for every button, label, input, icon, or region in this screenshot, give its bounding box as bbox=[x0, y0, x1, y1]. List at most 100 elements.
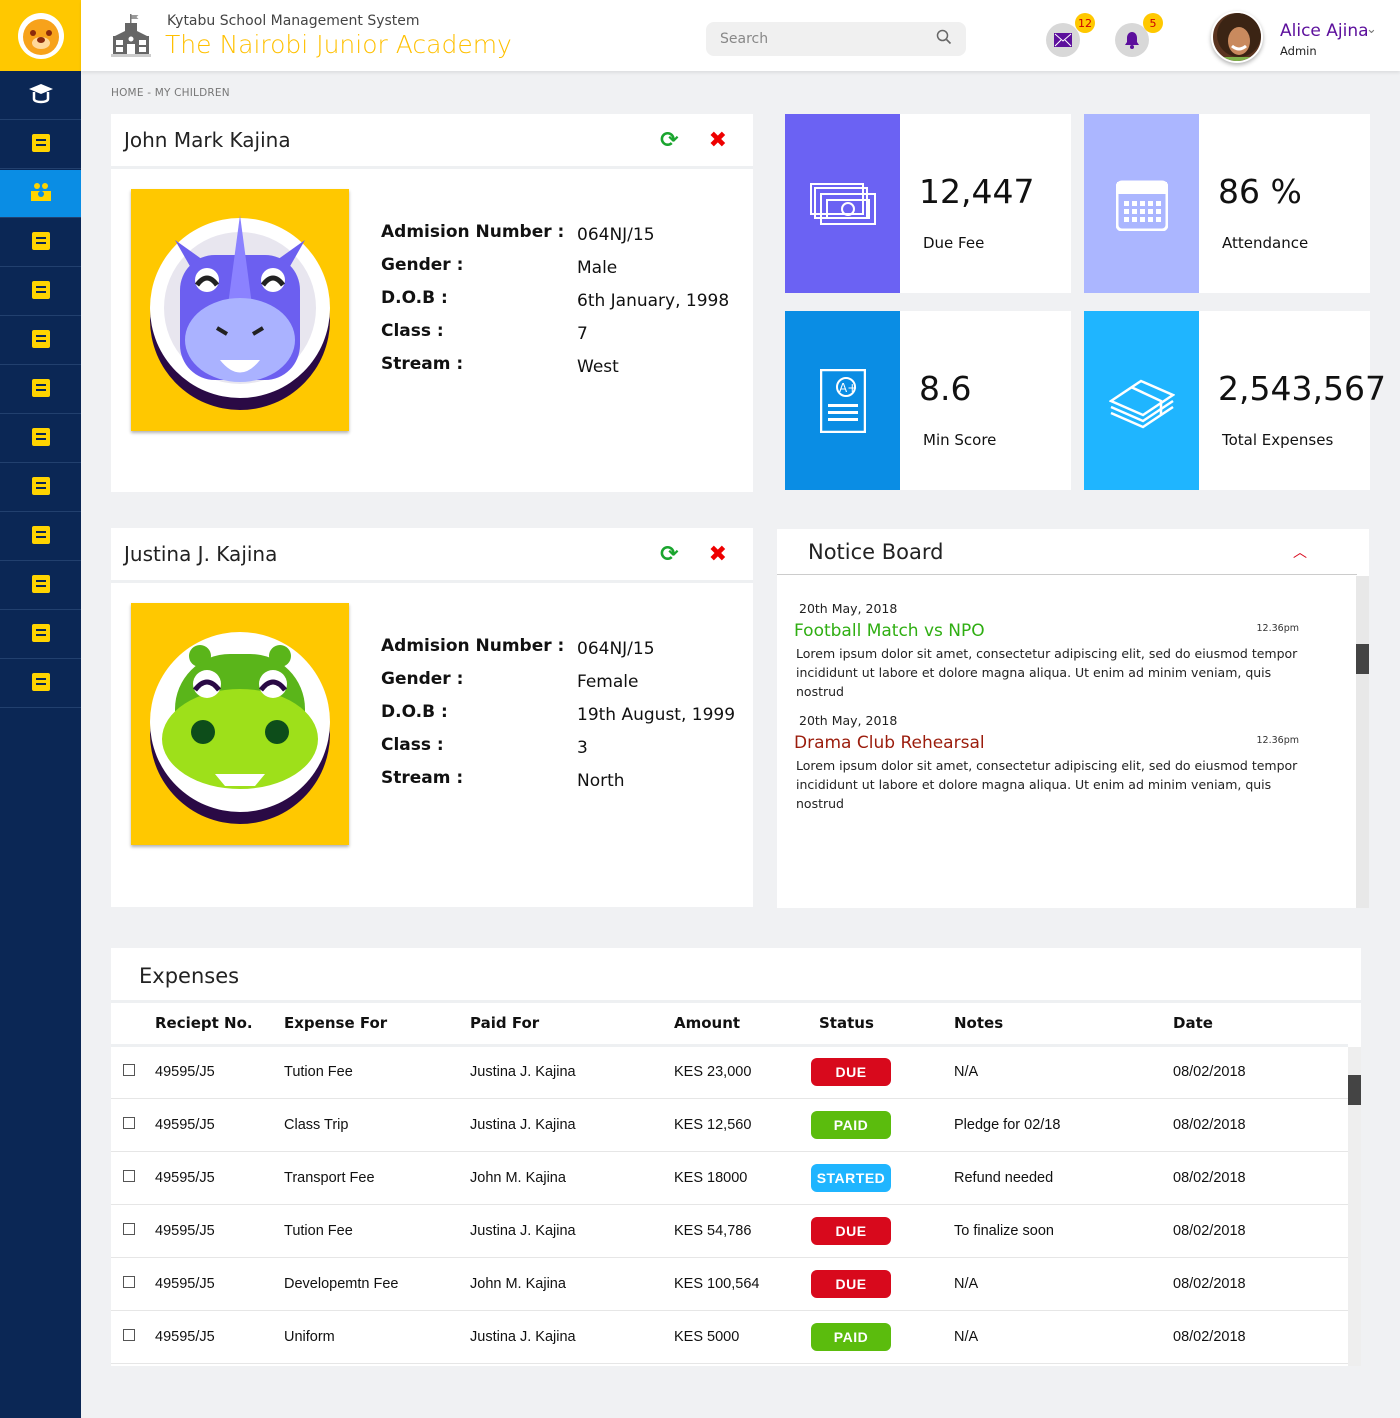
table-row[interactable]: 49595/J5 Uniform Justina J. Kajina KES 5000… bbox=[111, 1310, 1348, 1364]
close-icon[interactable]: ✖ bbox=[709, 128, 727, 153]
calendar-icon bbox=[30, 573, 52, 599]
bell-icon bbox=[1125, 32, 1139, 49]
notice-scrollbar[interactable] bbox=[1356, 576, 1369, 908]
user-role: Admin bbox=[1280, 44, 1317, 58]
notice-time: 12.36pm bbox=[1256, 623, 1299, 634]
field-value: 19th August, 1999 bbox=[577, 705, 736, 725]
expenses-scrollbar[interactable] bbox=[1348, 1047, 1361, 1366]
field-label: Class : bbox=[381, 321, 444, 341]
sidebar-item-graduate[interactable] bbox=[0, 72, 81, 120]
sidebar-item-report-card[interactable] bbox=[0, 366, 81, 414]
table-row[interactable]: 49595/J5 Transport Fee John M. Kajina KES 1… bbox=[111, 1151, 1348, 1205]
user-avatar[interactable] bbox=[1211, 11, 1263, 63]
notice-item[interactable]: 20th May, 2018 Football Match vs NPO 12.36… bbox=[777, 601, 1369, 701]
column-header[interactable]: Date bbox=[1165, 1003, 1348, 1045]
stat-card-due-fee[interactable]: 12,447 Due Fee bbox=[785, 114, 1071, 293]
calendar-icon bbox=[1084, 114, 1199, 293]
expenses-table: Reciept No. Expense For Paid For Amount Stat… bbox=[111, 1003, 1348, 1364]
search-placeholder: Search bbox=[720, 31, 769, 47]
column-header[interactable]: Reciept No. bbox=[111, 1003, 276, 1045]
sidebar-item-checkbox[interactable] bbox=[0, 415, 81, 463]
cell-date: 08/02/2018 bbox=[1165, 1310, 1348, 1364]
notice-title[interactable]: Drama Club Rehearsal bbox=[794, 733, 985, 753]
column-header[interactable]: Status bbox=[811, 1003, 946, 1045]
cell-expense: Tution Fee bbox=[276, 1204, 462, 1258]
teacher-icon bbox=[30, 132, 52, 158]
notice-date: 20th May, 2018 bbox=[799, 601, 898, 616]
cell-amount: KES 23,000 bbox=[666, 1045, 811, 1099]
status-badge: DUE bbox=[811, 1216, 891, 1245]
row-checkbox[interactable] bbox=[123, 1275, 135, 1288]
field-label: Class : bbox=[381, 735, 444, 755]
table-row[interactable]: 49595/J5 Tution Fee Justina J. Kajina KES 2… bbox=[111, 1045, 1348, 1099]
library-icon bbox=[30, 524, 52, 550]
notice-item[interactable]: 20th May, 2018 Drama Club Rehearsal 12.36p… bbox=[777, 713, 1369, 813]
row-checkbox[interactable] bbox=[123, 1116, 135, 1129]
table-row[interactable]: 49595/J5 Class Trip Justina J. Kajina KES 1… bbox=[111, 1098, 1348, 1152]
sidebar-item-calendar[interactable] bbox=[0, 562, 81, 610]
field-value: 064NJ/15 bbox=[577, 225, 655, 245]
stat-card-total-expenses[interactable]: 2,543,567 Total Expenses bbox=[1084, 311, 1386, 490]
messages-button[interactable] bbox=[1046, 23, 1080, 57]
row-checkbox[interactable] bbox=[123, 1222, 135, 1235]
stat-label: Due Fee bbox=[923, 234, 985, 252]
row-checkbox[interactable] bbox=[123, 1064, 135, 1076]
table-row[interactable]: 49595/J5 Tution Fee Justina J. Kajina KES 5… bbox=[111, 1204, 1348, 1258]
status-badge: PAID bbox=[811, 1322, 891, 1351]
cell-notes: To finalize soon bbox=[946, 1204, 1165, 1258]
sidebar-item-children[interactable] bbox=[0, 170, 81, 218]
sidebar-item-bus[interactable] bbox=[0, 464, 81, 512]
cell-date: 08/02/2018 bbox=[1165, 1098, 1348, 1152]
cell-date: 08/02/2018 bbox=[1165, 1045, 1348, 1099]
notice-body: Lorem ipsum dolor sit amet, consectetur … bbox=[796, 646, 1298, 699]
child-avatar bbox=[131, 189, 349, 431]
app-logo[interactable] bbox=[0, 0, 81, 71]
field-value: 7 bbox=[577, 324, 588, 344]
chevron-down-icon[interactable]: ⌄ bbox=[1366, 22, 1377, 37]
mail-icon bbox=[1054, 33, 1072, 47]
field-value: 3 bbox=[577, 738, 588, 758]
column-header[interactable]: Expense For bbox=[276, 1003, 462, 1045]
stat-card-min-score[interactable]: A+ 8.6 Min Score bbox=[785, 311, 1071, 490]
cell-notes: N/A bbox=[946, 1257, 1165, 1311]
collapse-chevron-icon[interactable]: ︿ bbox=[1293, 542, 1307, 562]
cell-expense: Tution Fee bbox=[276, 1045, 462, 1099]
child-name: John Mark Kajina bbox=[124, 128, 291, 152]
sidebar-item-library[interactable] bbox=[0, 513, 81, 561]
table-row[interactable]: 49595/J5 Developemtn Fee John M. Kajina KES… bbox=[111, 1257, 1348, 1311]
sidebar-item-clipboard[interactable] bbox=[0, 268, 81, 316]
sidebar-item-profile[interactable] bbox=[0, 219, 81, 267]
row-checkbox[interactable] bbox=[123, 1169, 135, 1182]
cell-date: 08/02/2018 bbox=[1165, 1257, 1348, 1311]
cell-paid-for: John M. Kajina bbox=[462, 1257, 666, 1311]
close-icon[interactable]: ✖ bbox=[709, 542, 727, 567]
sidebar-item-teacher[interactable] bbox=[0, 121, 81, 169]
search-input[interactable]: Search bbox=[706, 22, 966, 56]
status-badge: DUE bbox=[811, 1269, 891, 1298]
stat-label: Min Score bbox=[923, 431, 997, 449]
field-value: North bbox=[577, 771, 625, 791]
field-label: D.O.B : bbox=[381, 702, 448, 722]
sidebar-item-timetable[interactable] bbox=[0, 611, 81, 659]
cell-expense: Developemtn Fee bbox=[276, 1257, 462, 1311]
notice-time: 12.36pm bbox=[1256, 735, 1299, 746]
stat-card-attendance[interactable]: 86 % Attendance bbox=[1084, 114, 1370, 293]
sidebar-item-sports[interactable] bbox=[0, 660, 81, 708]
column-header[interactable]: Paid For bbox=[462, 1003, 666, 1045]
cell-expense: Class Trip bbox=[276, 1098, 462, 1152]
row-checkbox[interactable] bbox=[123, 1328, 135, 1341]
receipt-no: 49595/J5 bbox=[155, 1064, 215, 1080]
field-label: D.O.B : bbox=[381, 288, 448, 308]
column-header[interactable]: Amount bbox=[666, 1003, 811, 1045]
search-icon[interactable] bbox=[936, 29, 952, 49]
refresh-icon[interactable]: ⟳ bbox=[660, 128, 678, 153]
cell-amount: KES 12,560 bbox=[666, 1098, 811, 1152]
refresh-icon[interactable]: ⟳ bbox=[660, 542, 678, 567]
column-header[interactable]: Notes bbox=[946, 1003, 1165, 1045]
cell-paid-for: Justina J. Kajina bbox=[462, 1045, 666, 1099]
sidebar-item-students-walking[interactable] bbox=[0, 317, 81, 365]
stat-value: 8.6 bbox=[919, 369, 972, 408]
notice-title[interactable]: Football Match vs NPO bbox=[794, 621, 985, 641]
stat-label: Attendance bbox=[1222, 234, 1309, 252]
user-name[interactable]: Alice Ajina bbox=[1280, 21, 1369, 41]
